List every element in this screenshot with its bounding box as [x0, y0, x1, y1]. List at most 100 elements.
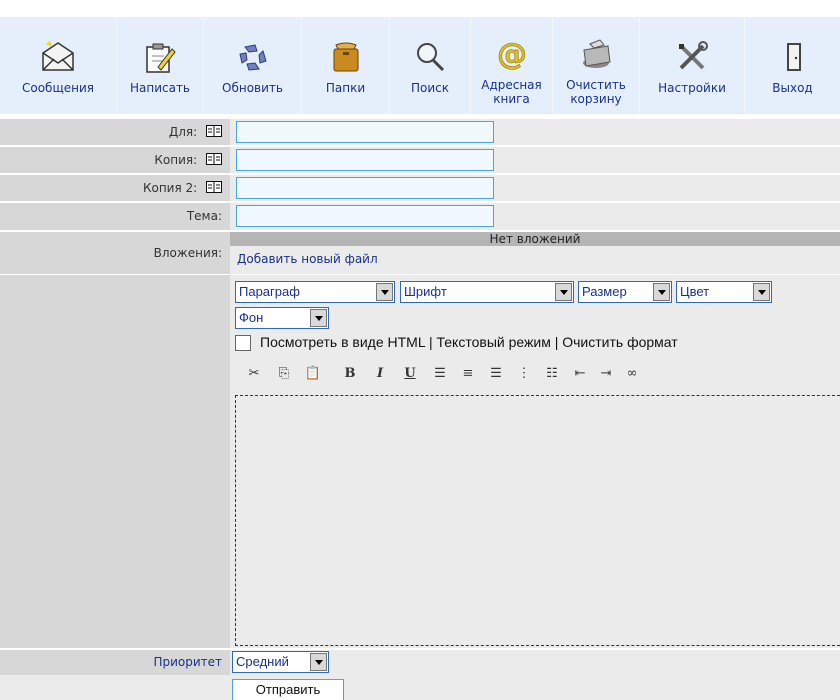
- font-select-value: Шрифт: [404, 284, 447, 299]
- to-value-cell: [230, 119, 840, 145]
- align-right-icon[interactable]: ☰: [486, 366, 506, 381]
- compose-button[interactable]: Написать: [117, 17, 204, 114]
- folders-button[interactable]: Папки: [302, 17, 390, 114]
- subject-label: Тема:: [186, 209, 222, 223]
- compose-icon: [140, 37, 180, 77]
- cc-row: Копия:: [0, 147, 840, 173]
- address-book-icon[interactable]: [206, 148, 222, 165]
- size-select-value: Размер: [582, 284, 627, 299]
- subject-label-cell: Тема:: [0, 203, 230, 230]
- toolbar: Сообщения Написать Обновить Папки Поиск …: [0, 17, 840, 114]
- svg-text:@: @: [497, 37, 527, 72]
- settings-button[interactable]: Настройки: [640, 17, 745, 114]
- underline-icon[interactable]: U: [400, 366, 420, 381]
- attachments-label-cell: Вложения:: [0, 232, 230, 274]
- chevron-down-icon: [310, 653, 327, 671]
- editor-label-cell: [0, 275, 230, 648]
- bcc-input[interactable]: [236, 177, 494, 199]
- refresh-button[interactable]: Обновить: [204, 17, 302, 114]
- cc-label: Копия:: [154, 153, 198, 167]
- chevron-down-icon: [555, 283, 572, 301]
- color-select-value: Цвет: [680, 284, 710, 299]
- indent-icon[interactable]: ⇥: [596, 366, 616, 381]
- to-label: Для:: [168, 125, 198, 139]
- address-book-label: Адресная книга: [481, 78, 542, 106]
- chevron-down-icon: [653, 283, 670, 301]
- send-row: Отправить: [0, 675, 840, 700]
- send-label-cell: [0, 675, 230, 700]
- editor-row: Параграф Шрифт Размер Цвет Фон Посмотрет…: [0, 275, 840, 648]
- html-view-checkbox[interactable]: [235, 335, 251, 351]
- align-left-icon[interactable]: ☰: [430, 366, 450, 381]
- bcc-label-cell: Копия 2:: [0, 175, 230, 201]
- address-book-icon[interactable]: [206, 176, 222, 193]
- to-input[interactable]: [236, 121, 494, 143]
- italic-icon[interactable]: I: [370, 366, 390, 381]
- align-center-icon[interactable]: ≡: [458, 366, 478, 381]
- background-select-value: Фон: [239, 310, 264, 325]
- subject-input[interactable]: [236, 205, 494, 227]
- bcc-row: Копия 2:: [0, 175, 840, 201]
- logout-label: Выход: [772, 81, 813, 95]
- at-icon: @: [492, 34, 532, 74]
- attachments-value-cell: Нет вложений Добавить новый файл: [230, 232, 840, 274]
- chevron-down-icon: [376, 283, 393, 301]
- search-button[interactable]: Поиск: [390, 17, 471, 114]
- settings-label: Настройки: [658, 81, 726, 95]
- color-select[interactable]: Цвет: [676, 281, 772, 303]
- priority-select[interactable]: Средний: [232, 651, 329, 673]
- messages-label: Сообщения: [21, 81, 94, 95]
- refresh-icon: [233, 37, 273, 77]
- search-icon: [410, 37, 450, 77]
- envelope-icon: [38, 37, 78, 77]
- empty-trash-button[interactable]: Очистить корзину: [553, 17, 640, 114]
- link-icon[interactable]: ∞: [622, 366, 642, 381]
- refresh-label: Обновить: [222, 81, 283, 95]
- folders-icon: [326, 37, 366, 77]
- paragraph-select-value: Параграф: [239, 284, 300, 299]
- bold-icon[interactable]: B: [340, 366, 360, 381]
- messages-button[interactable]: Сообщения: [0, 17, 117, 114]
- priority-value-cell: Средний: [230, 650, 840, 675]
- chevron-down-icon: [310, 309, 327, 327]
- priority-row: Приоритет Средний: [0, 650, 840, 675]
- chevron-down-icon: [753, 283, 770, 301]
- address-book-icon[interactable]: [206, 120, 222, 137]
- priority-label-cell: Приоритет: [0, 650, 230, 675]
- paragraph-select[interactable]: Параграф: [235, 281, 395, 303]
- paste-icon[interactable]: 📋: [303, 366, 323, 381]
- to-label-cell: Для:: [0, 119, 230, 145]
- ordered-list-icon[interactable]: ⋮: [514, 366, 534, 381]
- message-editor[interactable]: [235, 395, 840, 646]
- to-row: Для:: [0, 119, 840, 145]
- bcc-value-cell: [230, 175, 840, 201]
- cc-value-cell: [230, 147, 840, 173]
- outdent-icon[interactable]: ⇤: [570, 366, 590, 381]
- priority-label: Приоритет: [153, 655, 222, 669]
- unordered-list-icon[interactable]: ☷: [542, 366, 562, 381]
- attachments-row: Вложения: Нет вложений Добавить новый фа…: [0, 232, 840, 274]
- size-select[interactable]: Размер: [578, 281, 672, 303]
- no-attachments-text: Нет вложений: [230, 232, 840, 246]
- send-button[interactable]: Отправить: [232, 679, 344, 700]
- html-view-label[interactable]: Посмотреть в виде HTML | Текстовый режим…: [260, 334, 678, 350]
- cc-label-cell: Копия:: [0, 147, 230, 173]
- attachments-label: Вложения:: [153, 246, 222, 260]
- trash-icon: [576, 34, 616, 74]
- subject-value-cell: [230, 203, 840, 230]
- editor-value-cell: Параграф Шрифт Размер Цвет Фон Посмотрет…: [230, 275, 840, 648]
- search-label: Поиск: [410, 81, 449, 95]
- copy-icon[interactable]: ⎘: [274, 366, 294, 381]
- add-file-link[interactable]: Добавить новый файл: [237, 252, 378, 266]
- compose-label: Написать: [129, 81, 191, 95]
- cut-icon[interactable]: ✂: [244, 366, 264, 381]
- subject-row: Тема:: [0, 203, 840, 230]
- send-value-cell: Отправить: [230, 675, 840, 700]
- priority-select-value: Средний: [236, 654, 289, 669]
- font-select[interactable]: Шрифт: [400, 281, 574, 303]
- address-book-button[interactable]: @ Адресная книга: [471, 17, 553, 114]
- folders-label: Папки: [325, 81, 366, 95]
- cc-input[interactable]: [236, 149, 494, 171]
- background-select[interactable]: Фон: [235, 307, 329, 329]
- logout-button[interactable]: Выход: [745, 17, 840, 114]
